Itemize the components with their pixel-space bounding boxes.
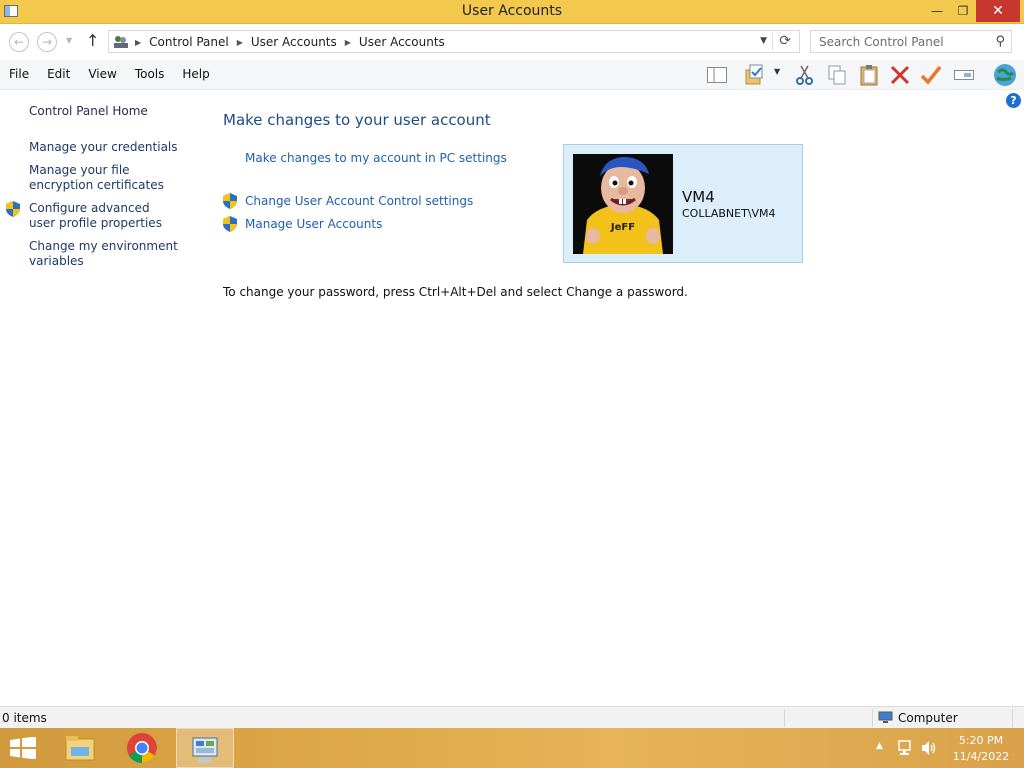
delete-icon[interactable] xyxy=(889,64,911,86)
search-box[interactable]: ⚲ xyxy=(810,30,1012,53)
cut-icon[interactable] xyxy=(794,64,816,86)
navigation-bar: ← → ▼ ↑ ▶ Control Panel ▶ User Accounts … xyxy=(0,24,1024,60)
close-button[interactable]: ✕ xyxy=(976,0,1020,22)
page-title: Make changes to your user account xyxy=(223,111,491,129)
rename-icon[interactable] xyxy=(953,64,975,86)
file-encryption-link[interactable]: Manage your file encryption certificates xyxy=(29,163,189,193)
globe-icon[interactable] xyxy=(992,62,1018,88)
menu-view[interactable]: View xyxy=(79,67,125,81)
search-icon[interactable]: ⚲ xyxy=(995,34,1005,49)
user-account-tile: JeFF VM4 COLLABNET\VM4 xyxy=(563,144,803,263)
taskbar: ▲ 5:20 PM 11/4/2022 xyxy=(0,728,1024,768)
manage-credentials-link[interactable]: Manage your credentials xyxy=(29,140,194,155)
manage-user-accounts-link[interactable]: Manage User Accounts xyxy=(245,217,382,231)
shirt-text: JeFF xyxy=(610,222,635,233)
control-panel-icon xyxy=(192,737,218,763)
refresh-icon[interactable]: ⟳ xyxy=(779,33,791,49)
password-instructions: To change your password, press Ctrl+Alt+… xyxy=(223,285,688,299)
folder-options-dropdown-icon[interactable]: ▼ xyxy=(774,67,796,89)
window-title: User Accounts xyxy=(461,3,563,19)
check-icon[interactable] xyxy=(920,64,942,86)
help-icon[interactable]: ? xyxy=(1006,93,1021,108)
uac-shield-icon xyxy=(6,201,20,217)
breadcrumb-chevron-icon[interactable]: ▶ xyxy=(237,38,243,47)
control-panel-taskbar-button[interactable] xyxy=(176,728,234,768)
user-avatar[interactable]: JeFF xyxy=(573,154,673,254)
menu-tools[interactable]: Tools xyxy=(126,67,174,81)
folder-check-icon[interactable] xyxy=(744,64,766,86)
menu-help[interactable]: Help xyxy=(173,67,218,81)
user-domain: COLLABNET\VM4 xyxy=(682,207,776,220)
windows-start-icon[interactable] xyxy=(8,737,38,759)
uac-shield-icon xyxy=(223,216,237,232)
status-divider xyxy=(784,709,785,727)
breadcrumb: ▶ Control Panel ▶ User Accounts ▶ User A… xyxy=(135,35,445,49)
clock-time[interactable]: 5:20 PM xyxy=(946,734,1016,747)
up-arrow-icon[interactable]: ↑ xyxy=(86,31,99,50)
user-name: VM4 xyxy=(682,188,715,206)
search-input[interactable] xyxy=(811,31,986,52)
show-hidden-icons-icon[interactable]: ▲ xyxy=(876,741,886,755)
item-count: 0 items xyxy=(2,711,47,725)
maximize-button[interactable]: ❐ xyxy=(948,0,978,22)
breadcrumb-chevron-icon[interactable]: ▶ xyxy=(345,38,351,47)
forward-button[interactable]: → xyxy=(37,32,57,52)
title-bar: User Accounts — ❐ ✕ xyxy=(0,0,1024,24)
uac-shield-icon xyxy=(223,193,237,209)
address-bar[interactable]: ▶ Control Panel ▶ User Accounts ▶ User A… xyxy=(108,30,800,53)
paste-icon[interactable] xyxy=(858,64,880,86)
control-panel-icon xyxy=(114,36,128,48)
advanced-profile-properties-link[interactable]: Configure advanced user profile properti… xyxy=(29,201,179,231)
menu-toolbar-row: File Edit View Tools Help ▼ xyxy=(0,60,1024,90)
left-navigation-pane: Control Panel Home Manage your credentia… xyxy=(0,90,200,706)
address-divider xyxy=(772,33,773,50)
pc-settings-link[interactable]: Make changes to my account in PC setting… xyxy=(245,151,507,165)
chrome-icon[interactable] xyxy=(126,732,158,764)
location-zone: Computer xyxy=(898,711,958,725)
network-icon[interactable] xyxy=(898,740,914,756)
breadcrumb-user-accounts-current[interactable]: User Accounts xyxy=(359,35,445,49)
volume-icon[interactable] xyxy=(920,740,938,756)
clock-date[interactable]: 11/4/2022 xyxy=(946,750,1016,763)
environment-variables-link[interactable]: Change my environment variables xyxy=(29,239,179,269)
status-divider xyxy=(1012,709,1013,727)
uac-settings-link[interactable]: Change User Account Control settings xyxy=(245,194,473,208)
address-history-chevron-icon[interactable]: ▼ xyxy=(760,36,767,46)
back-button[interactable]: ← xyxy=(9,32,29,52)
file-explorer-icon[interactable] xyxy=(63,733,97,763)
layout-pane-icon[interactable] xyxy=(706,64,728,86)
recent-locations-dropdown-icon[interactable]: ▼ xyxy=(66,36,72,45)
status-bar: 0 items Computer xyxy=(0,706,1024,728)
status-divider xyxy=(872,709,873,727)
breadcrumb-chevron-icon[interactable]: ▶ xyxy=(135,38,141,47)
computer-icon xyxy=(878,711,893,723)
menu-bar: File Edit View Tools Help xyxy=(0,67,219,81)
menu-edit[interactable]: Edit xyxy=(38,67,79,81)
menu-file[interactable]: File xyxy=(0,67,38,81)
copy-icon[interactable] xyxy=(826,64,848,86)
breadcrumb-control-panel[interactable]: Control Panel xyxy=(149,35,229,49)
breadcrumb-user-accounts[interactable]: User Accounts xyxy=(251,35,337,49)
control-panel-home-link[interactable]: Control Panel Home xyxy=(29,104,194,119)
